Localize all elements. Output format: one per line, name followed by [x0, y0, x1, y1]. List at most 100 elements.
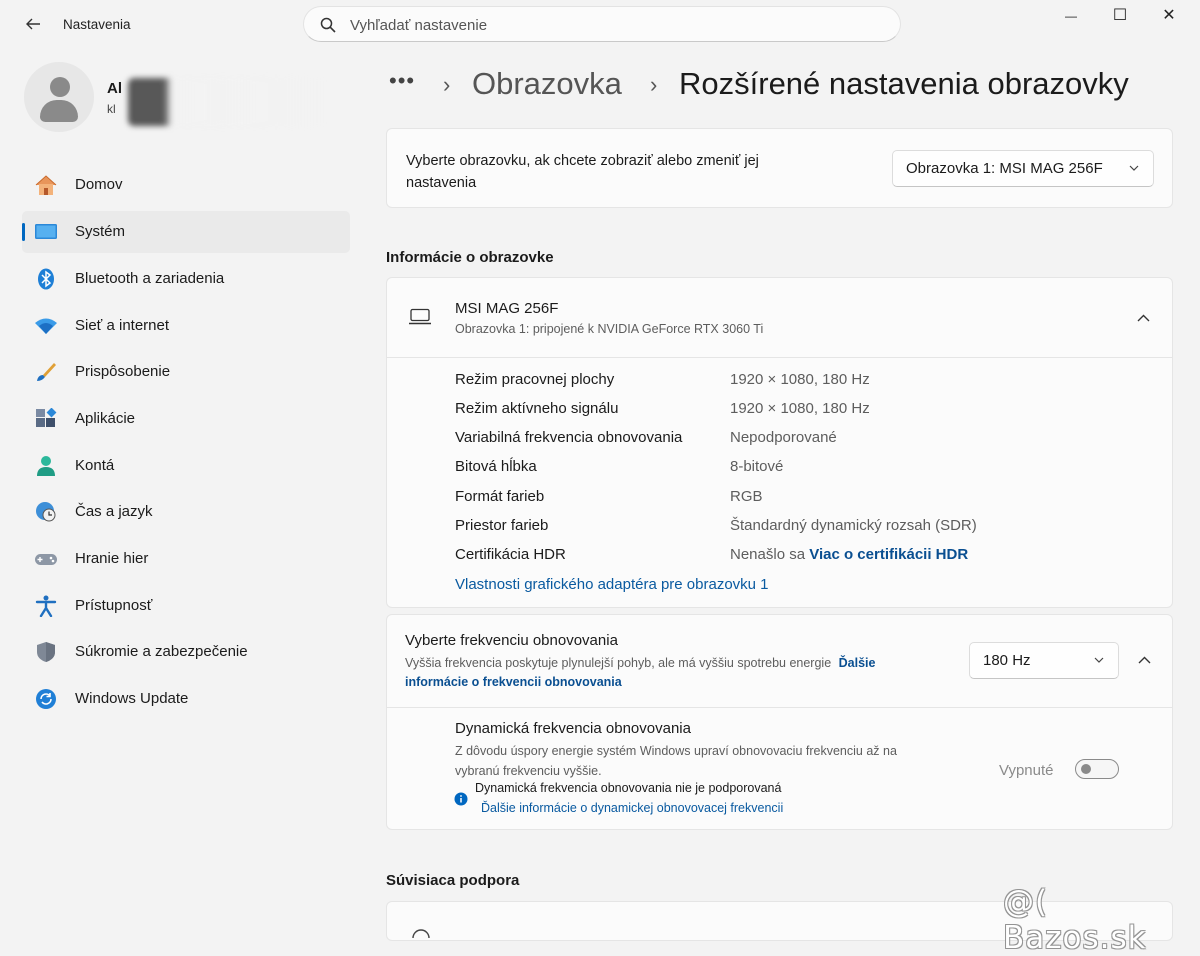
select-display-card: Vyberte obrazovku, ak chcete zobraziť al… — [386, 128, 1173, 208]
display-select-dropdown[interactable]: Obrazovka 1: MSI MAG 256F — [892, 150, 1154, 187]
sidebar-item-apps[interactable]: Aplikácie — [22, 398, 350, 440]
sidebar-item-accessibility[interactable]: Prístupnosť — [22, 585, 350, 627]
dynamic-refresh-state: Vypnuté — [999, 762, 1054, 779]
sidebar-item-home[interactable]: Domov — [22, 164, 350, 206]
info-value-hdr: Nenašlo sa Viac o certifikácii HDR — [730, 546, 968, 563]
user-email: kl — [107, 102, 116, 116]
display-info-heading: Informácie o obrazovke — [386, 249, 554, 266]
search-box[interactable] — [303, 6, 901, 42]
watermark: @( Bazos.sk — [1003, 884, 1147, 956]
sidebar-item-label: Domov — [75, 176, 123, 193]
refresh-rate-dropdown[interactable]: 180 Hz — [969, 642, 1119, 679]
refresh-rate-desc-text: Vyššia frekvencia poskytuje plynulejší p… — [405, 656, 832, 670]
dynamic-refresh-desc: Z dôvodu úspory energie systém Windows u… — [455, 741, 897, 781]
dynamic-refresh-more-link[interactable]: Ďalšie informácie o dynamickej obnovovac… — [481, 801, 783, 815]
select-display-label: Vyberte obrazovku, ak chcete zobraziť al… — [406, 150, 759, 194]
sidebar-item-windows-update[interactable]: Windows Update — [22, 678, 350, 720]
close-icon: ✕ — [1162, 7, 1176, 24]
user-head-icon — [50, 77, 70, 97]
info-value: Nepodporované — [730, 429, 837, 446]
sidebar-item-label: Súkromie a zabezpečenie — [75, 643, 248, 660]
laptop-icon — [409, 308, 431, 325]
info-value: 8-bitové — [730, 458, 784, 475]
shield-icon — [37, 642, 55, 662]
chevron-up-icon[interactable] — [1138, 655, 1151, 665]
display-info-header[interactable]: MSI MAG 256F Obrazovka 1: pripojené k NV… — [387, 278, 1172, 358]
info-value: 1920 × 1080, 180 Hz — [730, 371, 870, 388]
sidebar-item-label: Kontá — [75, 457, 115, 474]
account-icon — [37, 456, 55, 476]
dynamic-refresh-note: Dynamická frekvencia obnovovania nie je … — [475, 781, 782, 795]
search-input[interactable] — [348, 13, 872, 37]
sidebar-item-bluetooth[interactable]: Bluetooth a zariadenia — [22, 258, 350, 300]
info-value: Štandardný dynamický rozsah (SDR) — [730, 517, 977, 534]
chevron-up-icon[interactable] — [1137, 313, 1150, 323]
info-value: RGB — [730, 488, 763, 505]
dynamic-refresh-desc-line: vybranú frekvenciu vyššie. — [455, 764, 602, 778]
sidebar-item-accounts[interactable]: Kontá — [22, 445, 350, 487]
sidebar-item-system[interactable]: Systém — [22, 211, 350, 253]
refresh-rate-more-link[interactable]: Ďalšie — [839, 656, 876, 670]
info-key: Priestor farieb — [455, 517, 549, 534]
close-button[interactable]: ✕ — [1145, 2, 1193, 30]
sidebar-item-label: Bluetooth a zariadenia — [75, 270, 225, 287]
refresh-rate-more-link-cont[interactable]: informácie o frekvencii obnovovania — [405, 675, 622, 689]
dynamic-refresh-desc-line: Z dôvodu úspory energie systém Windows u… — [455, 744, 897, 758]
breadcrumb-separator: › — [443, 72, 451, 97]
sidebar-item-network[interactable]: Sieť a internet — [22, 305, 350, 347]
refresh-rate-value: 180 Hz — [983, 652, 1031, 669]
maximize-icon: ☐ — [1112, 7, 1128, 24]
adapter-properties-link[interactable]: Vlastnosti grafického adaptéra pre obraz… — [455, 576, 769, 593]
monitor-connection: Obrazovka 1: pripojené k NVIDIA GeForce … — [455, 322, 764, 336]
sidebar-item-label: Prispôsobenie — [75, 363, 171, 380]
back-button[interactable] — [22, 12, 44, 36]
sidebar-item-time-language[interactable]: Čas a jazyk — [22, 491, 350, 533]
minimize-button[interactable]: — — [1047, 2, 1095, 30]
globe-icon — [412, 929, 430, 938]
toggle-knob — [1081, 764, 1091, 774]
hdr-status: Nenašlo sa — [730, 546, 806, 563]
info-key: Režim aktívneho signálu — [455, 400, 619, 417]
sidebar-item-label: Hranie hier — [75, 550, 149, 567]
display-select-value: Obrazovka 1: MSI MAG 256F — [906, 160, 1103, 177]
breadcrumb-more-button[interactable]: ••• — [389, 68, 415, 94]
bluetooth-icon — [38, 268, 54, 290]
gamepad-icon — [35, 554, 57, 565]
sidebar-item-label: Prístupnosť — [75, 597, 153, 614]
update-icon — [36, 689, 56, 709]
related-support-heading: Súvisiaca podpora — [386, 872, 520, 889]
refresh-rate-title: Vyberte frekvenciu obnovovania — [405, 632, 618, 649]
info-key: Variabilná frekvencia obnovovania — [455, 429, 683, 446]
avatar[interactable] — [24, 62, 94, 132]
redaction-overlay — [128, 78, 328, 126]
sidebar-item-label: Aplikácie — [75, 410, 136, 427]
refresh-rate-desc: Vyššia frekvencia poskytuje plynulejší p… — [405, 654, 950, 692]
chevron-down-icon — [1129, 165, 1139, 171]
sidebar-item-gaming[interactable]: Hranie hier — [22, 538, 350, 580]
sidebar-item-label: Čas a jazyk — [75, 503, 153, 520]
home-icon — [35, 175, 57, 195]
clock-globe-icon — [36, 502, 56, 522]
hdr-certification-link[interactable]: Viac o certifikácii HDR — [809, 546, 968, 563]
select-display-label-line: nastavenia — [406, 175, 477, 191]
breadcrumb-parent[interactable]: Obrazovka — [472, 66, 622, 102]
breadcrumb-separator: › — [650, 72, 658, 97]
chevron-down-icon — [1094, 657, 1104, 663]
dynamic-refresh-toggle[interactable] — [1075, 759, 1119, 779]
dynamic-refresh-title: Dynamická frekvencia obnovovania — [455, 720, 691, 737]
info-key: Bitová hĺbka — [455, 458, 537, 475]
info-key: Certifikácia HDR — [455, 546, 566, 563]
monitor-name: MSI MAG 256F — [455, 300, 559, 317]
sidebar-item-privacy[interactable]: Súkromie a zabezpečenie — [22, 631, 350, 673]
app-title: Nastavenia — [63, 17, 131, 32]
sidebar-item-personalization[interactable]: Prispôsobenie — [22, 351, 350, 393]
accessibility-icon — [35, 595, 57, 617]
brush-icon — [37, 363, 56, 381]
minimize-icon: — — [1065, 9, 1077, 23]
sidebar-item-label: Systém — [75, 223, 126, 240]
active-indicator — [22, 223, 25, 241]
maximize-button[interactable]: ☐ — [1096, 2, 1144, 30]
user-body-icon — [40, 100, 78, 122]
wifi-icon — [35, 318, 57, 334]
info-icon — [454, 792, 468, 806]
